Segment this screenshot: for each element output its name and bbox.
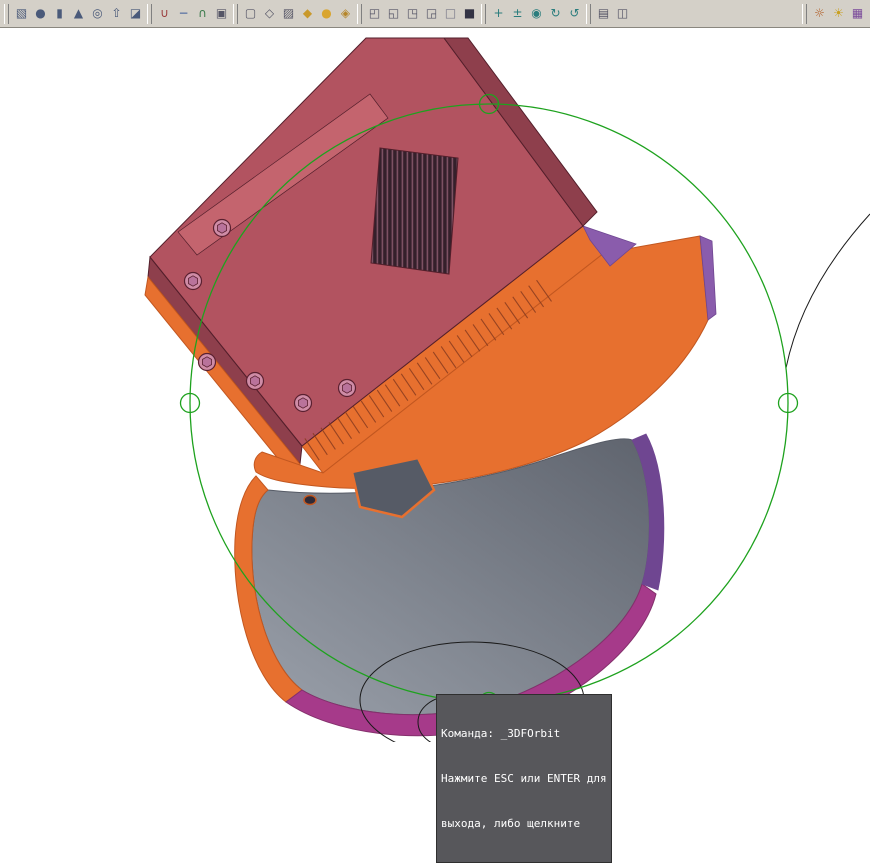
disc-hole bbox=[304, 496, 316, 505]
subtract-icon[interactable]: − bbox=[174, 3, 193, 24]
toolbar-grip[interactable] bbox=[357, 4, 362, 24]
3d-pan-glyph: + bbox=[493, 6, 503, 20]
bolt-hex bbox=[189, 276, 198, 286]
flat-shaded-icon[interactable]: ◆ bbox=[298, 3, 317, 24]
camera-glyph: ▤ bbox=[598, 6, 609, 20]
solid-sphere-glyph: ● bbox=[35, 6, 45, 20]
3d-zoom-icon[interactable]: ± bbox=[508, 3, 527, 24]
model-3d bbox=[145, 38, 716, 736]
lights-glyph: ☀ bbox=[833, 6, 844, 20]
back-view-icon[interactable]: ■ bbox=[460, 3, 479, 24]
edge-arc-right bbox=[786, 214, 870, 368]
toolbar-group-views: ◰ ◱ ◳ ◲ □ ■ bbox=[355, 3, 479, 24]
left-view-icon[interactable]: ◳ bbox=[403, 3, 422, 24]
toolbar-grip[interactable] bbox=[4, 4, 9, 24]
materials-glyph: ▦ bbox=[852, 6, 863, 20]
command-tooltip: Команда: _3DFOrbit Нажмите ESC или ENTER… bbox=[436, 694, 612, 863]
bottom-view-glyph: ◱ bbox=[388, 6, 399, 20]
flat-shaded-edges-glyph: ◈ bbox=[341, 6, 350, 20]
toolbar-grip[interactable] bbox=[233, 4, 238, 24]
solid-cylinder-icon[interactable]: ▮ bbox=[50, 3, 69, 24]
wireframe-3d-glyph: ◇ bbox=[265, 6, 274, 20]
bolt-hex bbox=[203, 357, 212, 367]
3d-pan-icon[interactable]: + bbox=[489, 3, 508, 24]
toolbar-grip[interactable] bbox=[481, 4, 486, 24]
3d-orbit-icon[interactable]: ◉ bbox=[527, 3, 546, 24]
3d-continuous-orbit-glyph: ↻ bbox=[550, 6, 560, 20]
render-icon[interactable]: ☼ bbox=[810, 3, 829, 24]
hidden-lines-glyph: ▨ bbox=[283, 6, 294, 20]
viewport-3d[interactable] bbox=[0, 0, 870, 742]
tooltip-line-hint-2: выхода, либо щелкните bbox=[441, 816, 607, 831]
render-glyph: ☼ bbox=[814, 6, 825, 20]
solid-sphere-icon[interactable]: ● bbox=[31, 3, 50, 24]
3d-swivel-glyph: ↺ bbox=[569, 6, 579, 20]
toolbar-group-solids-editing: ∪−∩ ▣ bbox=[145, 3, 231, 24]
right-view-glyph: ◲ bbox=[426, 6, 437, 20]
bottom-view-icon[interactable]: ◱ bbox=[384, 3, 403, 24]
bolt-hex bbox=[299, 398, 308, 408]
materials-icon[interactable]: ▦ bbox=[848, 3, 867, 24]
gouraud-shaded-glyph: ● bbox=[321, 6, 331, 20]
toolbar: ▧●▮▲◎⇧◪∪−∩▣▢◇▨◆●◈◰◱◳◲□■+±◉↻↺▤◫☼☀▦ bbox=[0, 0, 870, 28]
top-view-icon[interactable]: ◰ bbox=[365, 3, 384, 24]
top-view-glyph: ◰ bbox=[369, 6, 380, 20]
toolbar-group-render-tools: ☼ ☀ ▦ bbox=[800, 3, 867, 24]
extrude-icon[interactable]: ⇧ bbox=[107, 3, 126, 24]
slice-glyph: ◪ bbox=[130, 6, 141, 20]
intersect-icon[interactable]: ∩ bbox=[193, 3, 212, 24]
slice-icon[interactable]: ◪ bbox=[126, 3, 145, 24]
union-glyph: ∪ bbox=[160, 6, 169, 20]
front-view-glyph: □ bbox=[445, 6, 456, 20]
adjust-clipping-glyph: ◫ bbox=[617, 6, 628, 20]
solid-box-icon[interactable]: ▧ bbox=[12, 3, 31, 24]
lights-icon[interactable]: ☀ bbox=[829, 3, 848, 24]
imprint-icon[interactable]: ▣ bbox=[212, 3, 231, 24]
3d-orbit-glyph: ◉ bbox=[531, 6, 541, 20]
3d-continuous-orbit-icon[interactable]: ↻ bbox=[546, 3, 565, 24]
front-view-icon[interactable]: □ bbox=[441, 3, 460, 24]
back-view-glyph: ■ bbox=[464, 6, 475, 20]
wireframe-2d-glyph: ▢ bbox=[245, 6, 256, 20]
bolt-hex bbox=[343, 383, 352, 393]
solid-torus-glyph: ◎ bbox=[92, 6, 102, 20]
gouraud-shaded-icon[interactable]: ● bbox=[317, 3, 336, 24]
3d-swivel-icon[interactable]: ↺ bbox=[565, 3, 584, 24]
camera-icon[interactable]: ▤ bbox=[594, 3, 613, 24]
toolbar-group-camera: ▤◫ bbox=[584, 3, 632, 24]
flat-shaded-glyph: ◆ bbox=[303, 6, 312, 20]
slab-knurl-panel bbox=[371, 148, 458, 274]
toolbar-group-solids: ▧ ● ▮ ▲ ◎ ⇧ ◪ bbox=[2, 3, 145, 24]
solid-torus-icon[interactable]: ◎ bbox=[88, 3, 107, 24]
flat-shaded-edges-icon[interactable]: ◈ bbox=[336, 3, 355, 24]
toolbar-grip[interactable] bbox=[147, 4, 152, 24]
left-view-glyph: ◳ bbox=[407, 6, 418, 20]
solid-cone-glyph: ▲ bbox=[74, 6, 83, 20]
wireframe-3d-icon[interactable]: ◇ bbox=[260, 3, 279, 24]
toolbar-group-orbit: + ± ◉ ↻ ↺ bbox=[479, 3, 584, 24]
right-view-icon[interactable]: ◲ bbox=[422, 3, 441, 24]
extrude-glyph: ⇧ bbox=[111, 6, 121, 20]
imprint-glyph: ▣ bbox=[216, 6, 227, 20]
bolt-hex bbox=[218, 223, 227, 233]
union-icon[interactable]: ∪ bbox=[155, 3, 174, 24]
tooltip-line-command: Команда: _3DFOrbit bbox=[441, 726, 607, 741]
toolbar-grip[interactable] bbox=[586, 4, 591, 24]
3d-zoom-glyph: ± bbox=[512, 6, 522, 20]
tooltip-line-hint-1: Нажмите ESC или ENTER для bbox=[441, 771, 607, 786]
bolt-hex bbox=[251, 376, 260, 386]
solid-box-glyph: ▧ bbox=[16, 6, 27, 20]
toolbar-group-shade: ▢ ◇ ▨ ◆ ● ◈ bbox=[231, 3, 355, 24]
autocad-window: ▧●▮▲◎⇧◪∪−∩▣▢◇▨◆●◈◰◱◳◲□■+±◉↻↺▤◫☼☀▦ Команд… bbox=[0, 0, 870, 742]
intersect-glyph: ∩ bbox=[198, 6, 207, 20]
adjust-clipping-icon[interactable]: ◫ bbox=[613, 3, 632, 24]
solid-cone-icon[interactable]: ▲ bbox=[69, 3, 88, 24]
solid-cylinder-glyph: ▮ bbox=[56, 6, 63, 20]
hidden-lines-icon[interactable]: ▨ bbox=[279, 3, 298, 24]
wireframe-2d-icon[interactable]: ▢ bbox=[241, 3, 260, 24]
toolbar-grip[interactable] bbox=[802, 4, 807, 24]
subtract-glyph: − bbox=[178, 6, 188, 20]
